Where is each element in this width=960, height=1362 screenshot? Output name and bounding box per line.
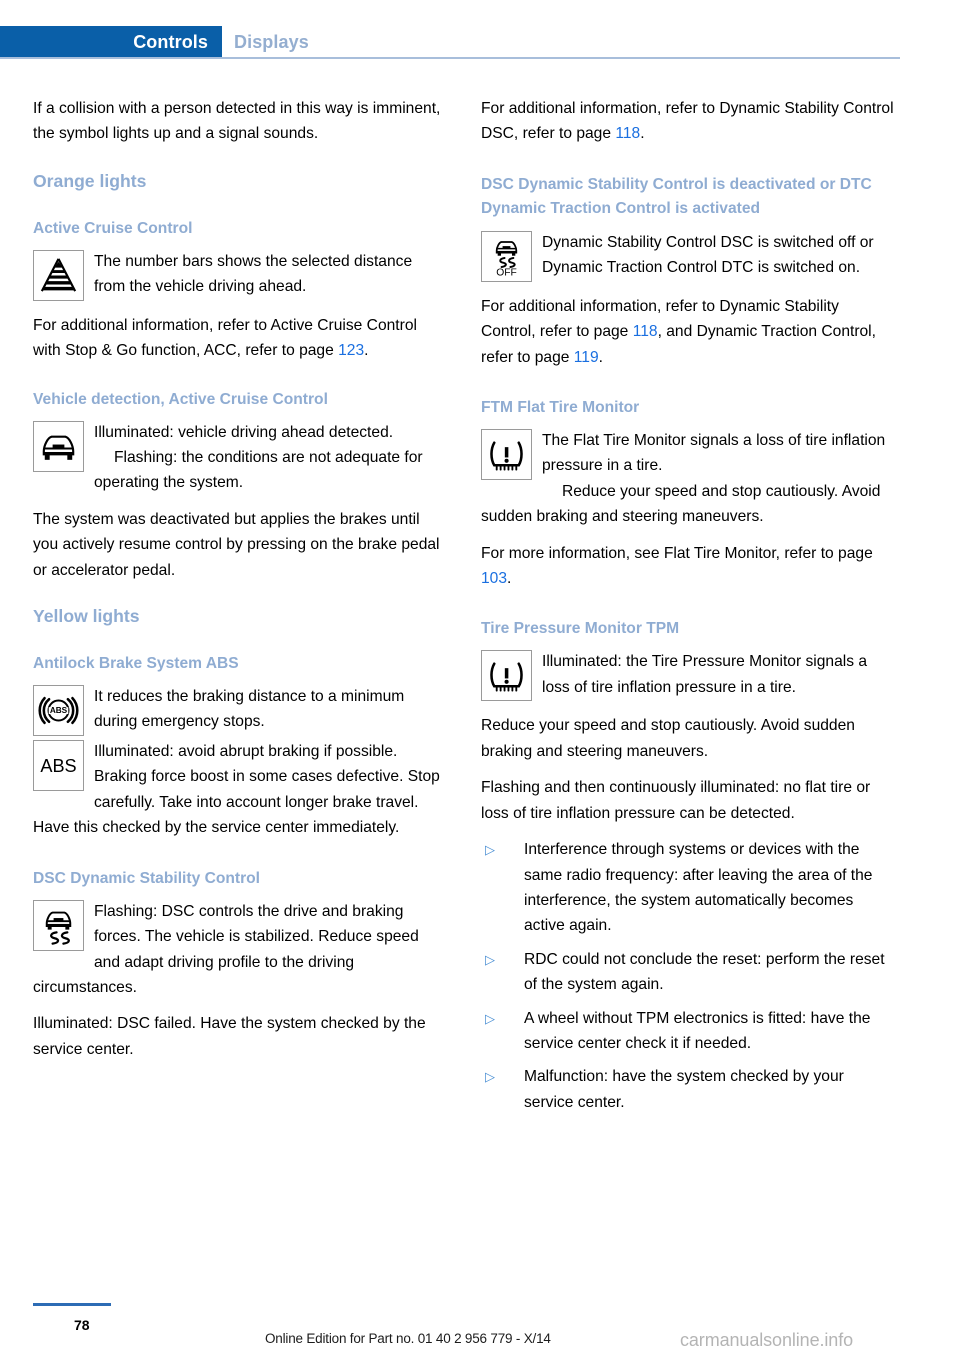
- vehicle-detection-flashing-text: Flashing: the conditions are not adequat…: [94, 449, 423, 492]
- vehicle-detection-icon-text: Illuminated: vehicle driving ahead detec…: [94, 423, 394, 441]
- dsc-info-suffix: .: [640, 125, 645, 143]
- list-item: ▷ Malfunction: have the system checked b…: [481, 1064, 894, 1115]
- tpm-icon-text: Illuminated: the Tire Pressure Monitor s…: [542, 653, 868, 696]
- triangle-bullet-icon: ▷: [485, 1010, 495, 1026]
- subheading-dsc: DSC Dynamic Stability Control: [33, 869, 261, 887]
- dsc-info-paragraph: For additional information, refer to Dyn…: [481, 96, 894, 147]
- header-divider: [0, 57, 900, 59]
- car-front-icon: [33, 420, 84, 472]
- tire-pressure-warning-icon: [481, 429, 532, 481]
- triangle-bullet-icon: ▷: [485, 842, 495, 858]
- subheading-active-cruise-control: Active Cruise Control: [33, 219, 193, 237]
- triangle-bullet-icon: ▷: [485, 1069, 495, 1085]
- ftm-icon-block: The Flat Tire Monitor signals a loss of …: [481, 428, 894, 530]
- tab-controls[interactable]: Controls: [0, 26, 222, 58]
- dsc-info-prefix: For additional information, refer to Dyn…: [481, 100, 894, 143]
- tab-controls-label: Controls: [133, 32, 208, 52]
- tpm-reduce-text: Reduce your speed and stop cautiously. A…: [481, 717, 855, 760]
- dsc-off-icon-text: Dynamic Stability Control DSC is switche…: [542, 233, 874, 277]
- section-heading-yellow-lights: Yellow lights: [33, 606, 140, 627]
- list-item: ▷ A wheel without TPM electronics is fit…: [481, 1006, 894, 1057]
- page-ref-103[interactable]: 103: [481, 570, 507, 587]
- acc-icon-text: The number bars shows the selected dista…: [94, 252, 413, 296]
- distance-bars-icon: [33, 249, 84, 301]
- page-number: 78: [74, 1317, 90, 1333]
- triangle-bullet-icon: ▷: [485, 951, 495, 967]
- abs-icon-label: ABS: [40, 756, 76, 776]
- header-tabs: Controls Displays: [0, 26, 960, 58]
- section-heading-orange-lights: Orange lights: [33, 170, 147, 191]
- tpm-bullet-list: ▷ Interference through systems or device…: [481, 837, 894, 1115]
- abs-ring-icon: ABS: [33, 685, 84, 737]
- list-item: ▷ RDC could not conclude the reset: perf…: [481, 947, 894, 998]
- acc-ref-suffix: .: [364, 342, 369, 360]
- ftm-icon-text: The Flat Tire Monitor signals a loss of …: [542, 432, 886, 475]
- dsc-illuminated-text: Illuminated: DSC failed. Have the system…: [33, 1015, 426, 1058]
- ftm-info-suffix: .: [507, 570, 512, 588]
- dsc-off-icon-block: OFF Dynamic Stability Control DSC is swi…: [481, 230, 894, 283]
- right-column: For additional information, refer to Dyn…: [481, 96, 894, 1123]
- ftm-more-info-paragraph: For more information, see Flat Tire Moni…: [481, 541, 894, 592]
- tab-displays[interactable]: Displays: [234, 26, 309, 58]
- ftm-reduce-text: Reduce your speed and stop cautiously. A…: [481, 482, 881, 526]
- page-ref-123[interactable]: 123: [338, 342, 364, 359]
- acc-reference-paragraph: For additional information, refer to Act…: [33, 313, 446, 364]
- abs-icon-block-1: ABS It reduces the braking distance to a…: [33, 684, 446, 737]
- subheading-antilock-brake-system: Antilock Brake System ABS: [33, 655, 239, 673]
- subheading-tpm: Tire Pressure Monitor TPM: [481, 620, 680, 638]
- tire-pressure-warning-icon: [481, 650, 532, 702]
- page-ref-118-b[interactable]: 118: [633, 323, 658, 340]
- subheading-dsc-deactivated: DSC Dynamic Stability Control is deactiv…: [481, 175, 872, 217]
- dsc-off-icon-label: OFF: [496, 267, 517, 278]
- svg-text:ABS: ABS: [50, 706, 68, 715]
- abs-icon-text-2: Illuminated: avoid abrupt braking if pos…: [33, 743, 440, 837]
- tpm-flashing-text: Flashing and then continuously illuminat…: [481, 779, 871, 822]
- left-column: If a collision with a person detected in…: [33, 96, 446, 1073]
- subheading-vehicle-detection: Vehicle detection, Active Cruise Control: [33, 390, 328, 408]
- edition-notice: Online Edition for Part no. 01 40 2 956 …: [265, 1331, 551, 1346]
- footer-divider: [33, 1303, 111, 1306]
- abs-icon-text-1: It reduces the braking distance to a min…: [94, 688, 405, 731]
- list-item-text: A wheel without TPM electronics is fitte…: [524, 1009, 871, 1052]
- tpm-icon-block: Illuminated: the Tire Pressure Monitor s…: [481, 649, 894, 702]
- dsc-skid-icon: [33, 899, 84, 951]
- abs-text-icon: ABS: [33, 740, 84, 792]
- list-item-text: Interference through systems or devices …: [524, 841, 873, 935]
- list-item-text: RDC could not conclude the reset: perfor…: [524, 950, 885, 994]
- vehicle-detection-icon-block: Illuminated: vehicle driving ahead detec…: [33, 420, 446, 496]
- acc-icon-block: The number bars shows the selected dista…: [33, 249, 446, 302]
- intro-paragraph: If a collision with a person detected in…: [33, 100, 441, 143]
- vehicle-detection-system-text: The system was deactivated but applies t…: [33, 510, 440, 579]
- dsc-icon-text: Flashing: DSC controls the drive and bra…: [33, 902, 419, 996]
- dsc-off-icon: OFF: [481, 230, 532, 282]
- dsc-off-reference-paragraph: For additional information, refer to Dyn…: [481, 294, 894, 370]
- subheading-ftm: FTM Flat Tire Monitor: [481, 399, 640, 417]
- page-ref-118-a[interactable]: 118: [615, 125, 640, 142]
- page-ref-119[interactable]: 119: [574, 349, 599, 366]
- ftm-info-prefix: For more information, see Flat Tire Moni…: [481, 544, 873, 562]
- dsc-icon-block: Flashing: DSC controls the drive and bra…: [33, 899, 446, 1001]
- site-watermark: carmanualsonline.info: [680, 1330, 854, 1350]
- dsc-off-ref-part3: .: [598, 348, 603, 366]
- list-item: ▷ Interference through systems or device…: [481, 837, 894, 939]
- abs-icon-block-2: ABS Illuminated: avoid abrupt braking if…: [33, 739, 446, 841]
- list-item-text: Malfunction: have the system checked by …: [524, 1068, 844, 1111]
